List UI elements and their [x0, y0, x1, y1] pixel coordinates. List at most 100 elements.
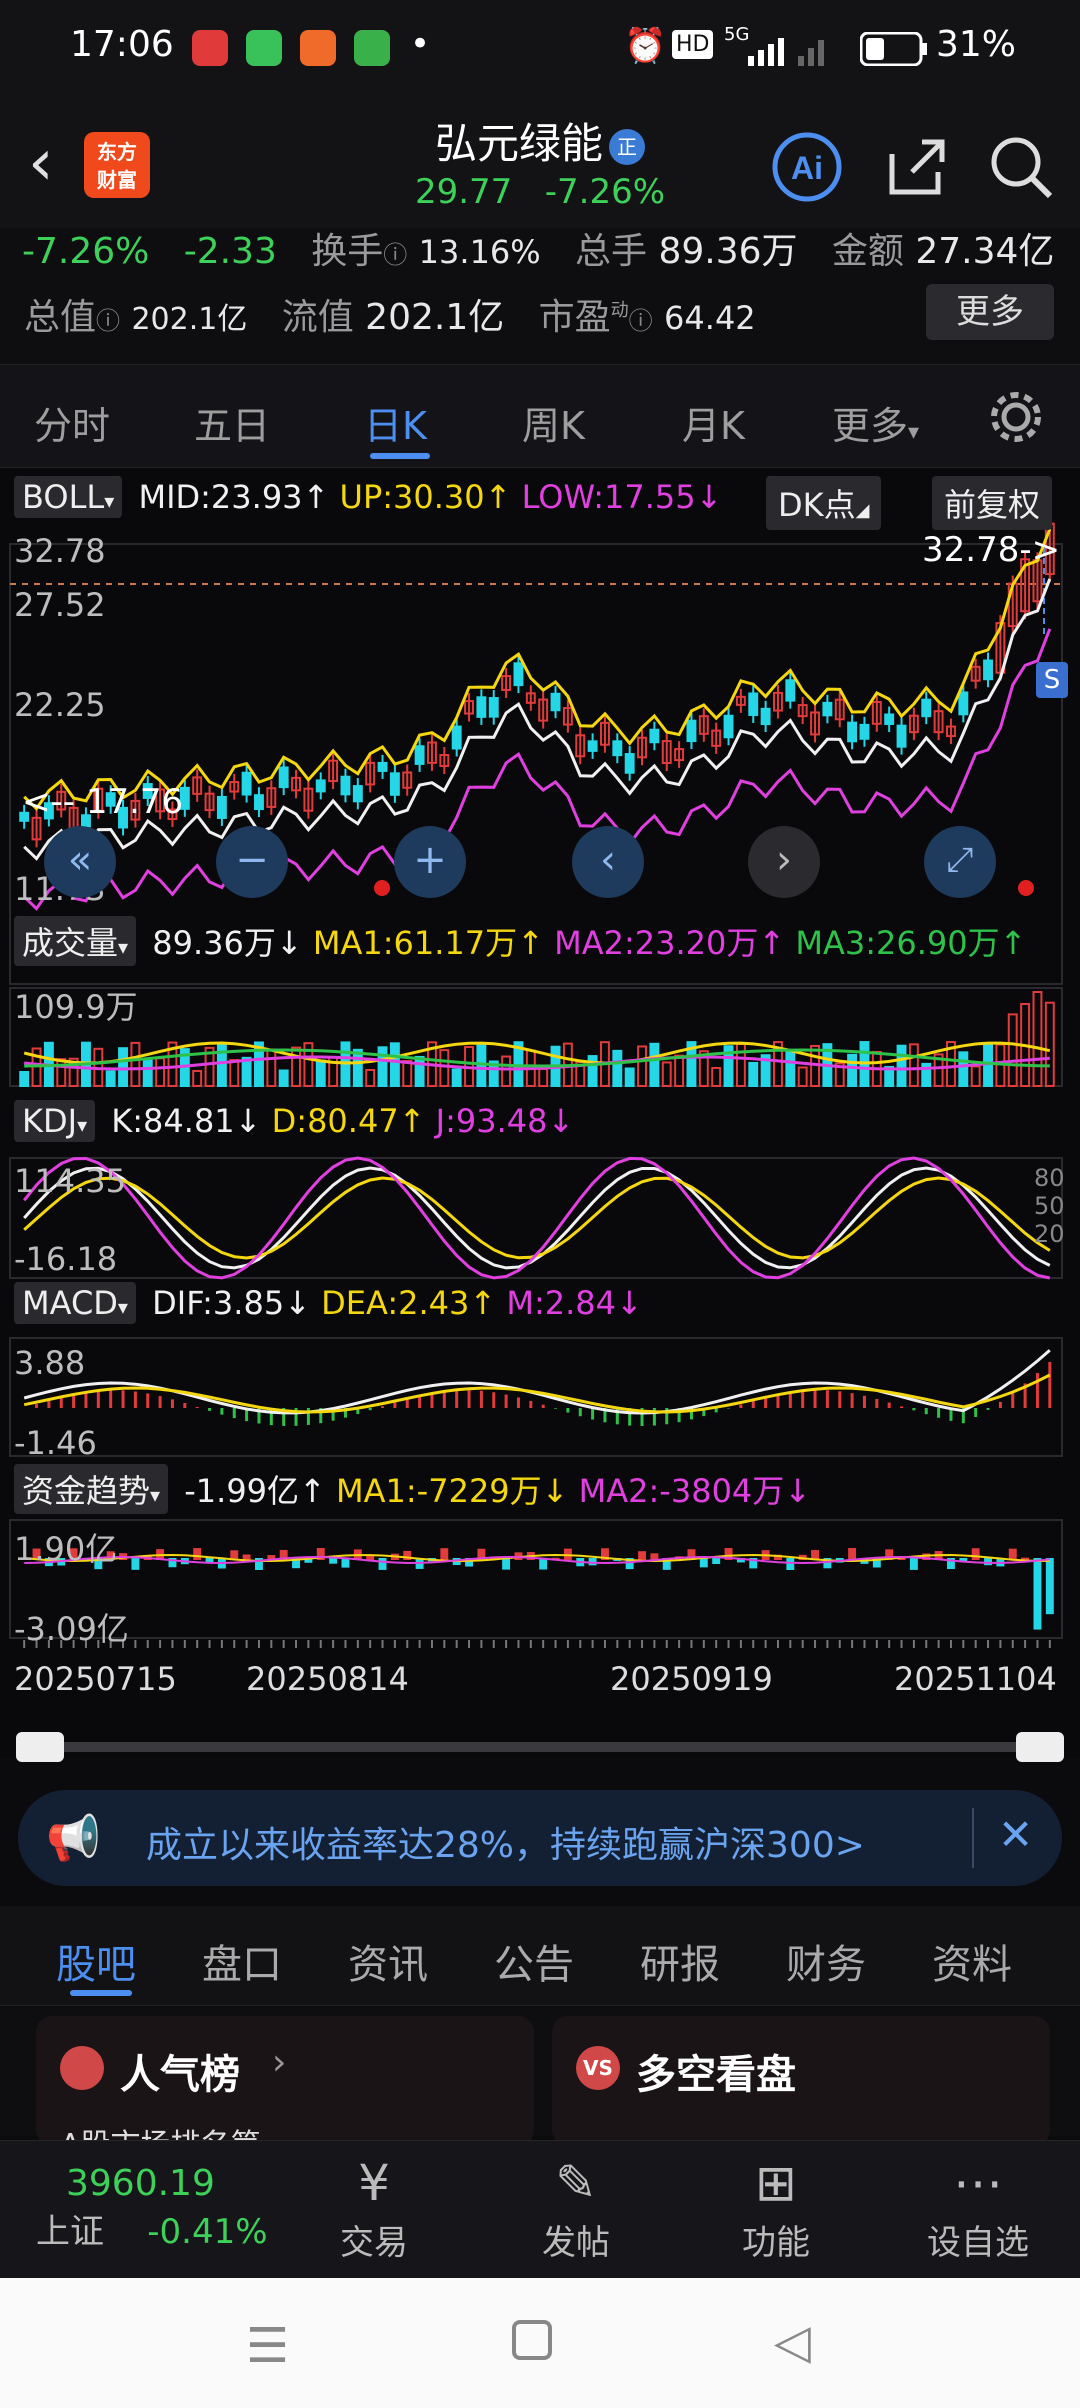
volume-bars — [19, 991, 1055, 1088]
fullscreen-button[interactable]: ⤢ — [924, 826, 996, 898]
fund-trend-bar — [193, 1548, 202, 1560]
menu-icon[interactable]: ☰ — [246, 2318, 289, 2374]
candle-body — [884, 713, 895, 725]
tab-news[interactable]: 资讯 — [348, 1932, 428, 1990]
kdj-j: J:93.48↓ — [436, 1102, 575, 1140]
nav-post[interactable]: ✎ 发帖 — [516, 2151, 636, 2264]
bull-bear-card[interactable]: VS 多空看盘 — [552, 2016, 1050, 2146]
volume-bar — [192, 1069, 203, 1088]
zoom-in-button[interactable]: + — [394, 826, 466, 898]
more-quote-button[interactable]: 更多 — [926, 284, 1054, 340]
volume-selector[interactable]: 成交量▾ — [14, 916, 137, 966]
candle-body — [254, 794, 264, 811]
tab-more[interactable]: 更多▾ — [832, 395, 919, 450]
info-icon[interactable]: ⓘ — [96, 307, 120, 335]
index-name: 上证 — [36, 2212, 104, 2252]
tab-orderbook[interactable]: 盘口 — [202, 1932, 282, 1990]
chart-icon — [60, 2046, 104, 2090]
tab-daily-k[interactable]: 日K — [364, 395, 427, 450]
dk-point-button[interactable]: DK点◢ — [766, 476, 882, 530]
volume-ma2-value: MA2:23.20万 — [554, 924, 759, 962]
info-icon[interactable]: ⓘ — [383, 241, 407, 269]
tab-weekly-k[interactable]: 周K — [522, 395, 585, 450]
float-cap-label: 流值 — [281, 297, 354, 338]
volume-bar — [414, 1055, 425, 1088]
tab-more-label: 更多 — [832, 404, 909, 448]
arrow-up-icon: ↑ — [999, 924, 1027, 962]
arrow-up-icon: ↑ — [469, 1284, 497, 1322]
tab-announcements[interactable]: 公告 — [494, 1932, 574, 1990]
stock-change-pct: -7.26% — [544, 172, 666, 212]
ai-assistant-icon[interactable]: Ai — [772, 132, 842, 202]
volume-bar — [587, 1055, 598, 1088]
back-triangle-icon[interactable]: ◁ — [774, 2314, 811, 2370]
volume-bar — [105, 1070, 116, 1088]
kline-chart[interactable]: BOLL▾ MID:23.93↑ UP:30.30↑ LOW:17.55↓ DK… — [0, 468, 1080, 1762]
promo-banner[interactable]: 📢 成立以来收益率达28%，持续跑赢沪深300> ✕ — [18, 1790, 1062, 1886]
nav-add-watchlist[interactable]: ⋯ 设自选 — [918, 2151, 1038, 2264]
boll-mid-value: MID:23.93 — [138, 478, 303, 516]
candle-body — [476, 696, 487, 718]
gear-icon[interactable] — [986, 387, 1046, 447]
fund-trend-bar — [971, 1548, 980, 1560]
index-ticker[interactable]: 3960.19 上证 -0.41% — [36, 2163, 268, 2253]
scroll-left-button[interactable]: ‹ — [572, 826, 644, 898]
tab-research[interactable]: 研报 — [640, 1932, 720, 1990]
tab-five-day[interactable]: 五日 — [194, 395, 270, 450]
volume-bar — [19, 1071, 30, 1087]
tab-intraday[interactable]: 分时 — [34, 395, 110, 450]
boll-up: UP:30.30↑ — [340, 478, 512, 516]
arrow-up-icon: ↑ — [484, 478, 512, 516]
megaphone-icon: 📢 — [46, 1813, 101, 1864]
volume-axis-label: 109.9万 — [14, 988, 138, 1026]
boll-selector[interactable]: BOLL▾ — [14, 476, 123, 518]
close-icon[interactable]: ✕ — [998, 1810, 1033, 1859]
nav-trade[interactable]: ¥ 交易 — [314, 2151, 434, 2264]
volume-bar — [711, 1066, 722, 1087]
popularity-card[interactable]: 人气榜 › A股市场排名第 — [36, 2016, 534, 2163]
tab-profile[interactable]: 资料 — [932, 1932, 1012, 1990]
index-pct: -0.41% — [147, 2212, 268, 2252]
share-icon[interactable] — [882, 132, 952, 202]
sell-signal-badge[interactable]: S — [1036, 662, 1068, 698]
low-price-marker: <-- 17.76 — [22, 782, 184, 822]
content-tabs: 股吧 盘口 资讯 公告 研报 财务 资料 — [0, 1906, 1080, 2006]
nav-functions[interactable]: ⊞ 功能 — [716, 2151, 836, 2264]
candle-body — [649, 728, 660, 744]
volume-bar — [797, 1066, 808, 1088]
kdj-d-value: D:80.47 — [271, 1102, 399, 1140]
range-slider-track[interactable] — [18, 1742, 1062, 1752]
macd-selector[interactable]: MACD▾ — [14, 1282, 136, 1324]
arrow-up-icon: ↑ — [758, 924, 786, 962]
market-cap-value: 202.1亿 — [131, 302, 248, 337]
range-slider-left-handle[interactable] — [16, 1732, 64, 1762]
volume-bar — [1044, 1001, 1055, 1087]
info-icon[interactable]: ⓘ — [629, 307, 653, 335]
fund-trend-selector[interactable]: 资金趋势▾ — [14, 1464, 169, 1514]
tab-financials[interactable]: 财务 — [786, 1932, 866, 1990]
more-icon: ⋯ — [953, 2154, 1003, 2212]
scroll-right-button[interactable]: › — [748, 826, 820, 898]
adjust-mode-button[interactable]: 前复权 — [932, 476, 1053, 530]
kdj-selector[interactable]: KDJ▾ — [14, 1100, 96, 1142]
tab-monthly-k[interactable]: 月K — [682, 395, 745, 450]
range-slider-right-handle[interactable] — [1016, 1732, 1064, 1762]
scroll-to-start-button[interactable]: « — [44, 826, 116, 898]
zoom-out-button[interactable]: − — [216, 826, 288, 898]
arrow-down-icon: ↓ — [547, 1102, 575, 1140]
volume-number: 89.36万 — [152, 924, 276, 962]
search-icon[interactable] — [986, 132, 1056, 202]
candle-body — [315, 779, 326, 793]
candle-body — [748, 692, 759, 716]
fund-axis-label: 1.90亿 — [14, 1530, 118, 1568]
home-icon[interactable] — [512, 2320, 552, 2360]
candle-body — [352, 785, 363, 803]
macd-dif-value: DIF:3.85 — [152, 1284, 285, 1322]
fund-trend-bar — [205, 1558, 214, 1563]
candle-body — [513, 662, 524, 687]
tab-forum[interactable]: 股吧 — [56, 1932, 136, 1990]
battery-icon — [859, 31, 928, 67]
price-axis-label: 32.78 — [14, 532, 106, 570]
amount-value: 27.34亿 — [915, 231, 1055, 272]
promo-text[interactable]: 成立以来收益率达28%，持续跑赢沪深300> — [146, 1816, 865, 1868]
